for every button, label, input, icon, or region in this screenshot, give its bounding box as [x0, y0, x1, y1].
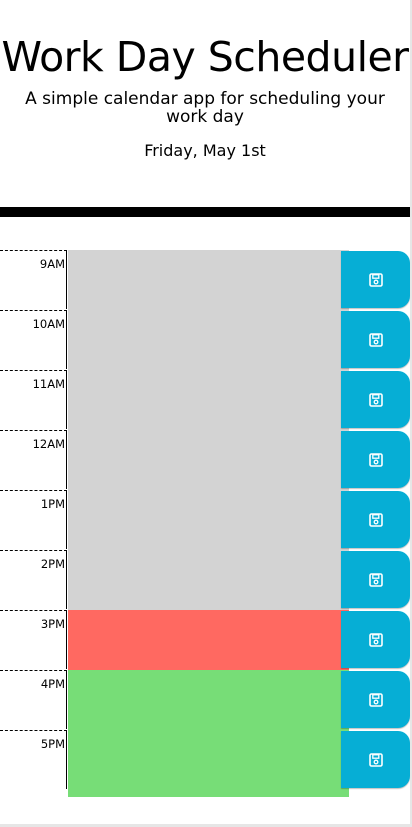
timeblock-list: 9AM 10AM 11AM 12AM 1PM 2PM 3PM 4PM 5PM	[0, 250, 410, 798]
save-button[interactable]	[341, 731, 410, 788]
time-block-row: 12AM	[0, 430, 410, 498]
event-description-input[interactable]	[68, 250, 349, 318]
hour-label: 4PM	[0, 670, 67, 729]
time-block-row: 2PM	[0, 550, 410, 618]
hour-label: 12AM	[0, 430, 67, 489]
floppy-disk-icon	[368, 272, 383, 287]
save-button[interactable]	[341, 431, 410, 488]
header-divider	[0, 207, 410, 217]
event-description-input[interactable]	[68, 730, 349, 798]
event-description-input[interactable]	[68, 550, 349, 618]
time-block-row: 4PM	[0, 670, 410, 738]
current-day: Friday, May 1st	[144, 141, 266, 160]
floppy-disk-icon	[368, 632, 383, 647]
time-block-row: 11AM	[0, 370, 410, 438]
save-button[interactable]	[341, 251, 410, 308]
hour-label: 10AM	[0, 310, 67, 369]
event-description-input[interactable]	[68, 490, 349, 558]
save-button[interactable]	[341, 551, 410, 608]
save-button[interactable]	[341, 491, 410, 548]
save-button[interactable]	[341, 671, 410, 728]
floppy-disk-icon	[368, 392, 383, 407]
event-description-input[interactable]	[68, 310, 349, 378]
hour-label: 11AM	[0, 370, 67, 429]
hour-label: 9AM	[0, 250, 67, 309]
floppy-disk-icon	[368, 752, 383, 767]
event-description-input[interactable]	[68, 370, 349, 438]
floppy-disk-icon	[368, 512, 383, 527]
hour-label: 1PM	[0, 490, 67, 549]
event-description-input[interactable]	[68, 430, 349, 498]
save-button[interactable]	[341, 611, 410, 668]
floppy-disk-icon	[368, 692, 383, 707]
header: Work Day Scheduler A simple calendar app…	[0, 0, 410, 207]
time-block-row: 5PM	[0, 730, 410, 798]
page-title: Work Day Scheduler	[1, 33, 409, 81]
hour-label: 2PM	[0, 550, 67, 609]
time-block-row: 3PM	[0, 610, 410, 678]
time-block-row: 9AM	[0, 250, 410, 318]
save-button[interactable]	[341, 371, 410, 428]
time-block-row: 1PM	[0, 490, 410, 558]
floppy-disk-icon	[368, 572, 383, 587]
time-block-row: 10AM	[0, 310, 410, 378]
hour-label: 3PM	[0, 610, 67, 669]
event-description-input[interactable]	[68, 610, 349, 678]
hour-label: 5PM	[0, 730, 67, 789]
floppy-disk-icon	[368, 452, 383, 467]
event-description-input[interactable]	[68, 670, 349, 738]
save-button[interactable]	[341, 311, 410, 368]
floppy-disk-icon	[368, 332, 383, 347]
page-subtitle: A simple calendar app for scheduling you…	[25, 89, 385, 127]
